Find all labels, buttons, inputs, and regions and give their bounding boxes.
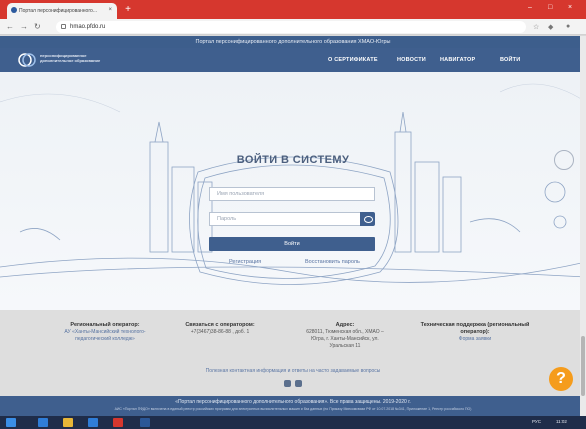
close-window-button[interactable]: ×	[568, 4, 572, 11]
new-tab-button[interactable]: +	[122, 5, 134, 15]
site-header: персонифицированное дополнительное образ…	[0, 48, 586, 72]
arrow-right-icon[interactable]: →	[20, 22, 28, 31]
login-submit-button[interactable]: Войти	[209, 237, 375, 251]
scrollbar-thumb[interactable]	[581, 336, 585, 396]
copyright-text: «Портал персонифицированного дополнитель…	[175, 399, 411, 405]
lock-icon	[61, 24, 66, 29]
vk-icon[interactable]	[295, 380, 302, 387]
browser-tab-bar: Портал персонифицированного... × + – □ ×	[0, 0, 586, 19]
nav-about-certificate[interactable]: О СЕРТИФИКАТЕ	[328, 57, 378, 63]
browser-tab[interactable]: Портал персонифицированного... ×	[7, 3, 117, 19]
register-link[interactable]: Регистрация	[229, 259, 261, 265]
footer-heading: Связаться с оператором:	[185, 322, 255, 328]
show-password-eye-icon[interactable]	[360, 212, 375, 226]
footer-support: Техническая поддержка (региональный опер…	[420, 322, 530, 343]
logo-icon[interactable]	[18, 52, 36, 68]
address-text: 628011, Тюменская обл., ХМАО – Югра, г. …	[306, 329, 384, 349]
site-favicon-icon	[11, 7, 17, 13]
footer-contact: Связаться с оператором: +7(3467)38-86-88…	[170, 322, 270, 336]
nav-navigator[interactable]: НАВИГАТОР	[440, 57, 475, 63]
tray-clock[interactable]: 11:02	[556, 419, 567, 424]
minimize-button[interactable]: –	[528, 4, 532, 11]
close-icon[interactable]: ×	[108, 7, 112, 13]
footer-heading: Адрес:	[335, 322, 355, 328]
faq-link[interactable]: Полезная контактная информация и ответы …	[0, 368, 586, 374]
site-footer: Региональный оператор: АУ «Ханты-Мансийс…	[0, 310, 586, 396]
regional-operator-link[interactable]: АУ «Ханты-Мансийский технолого-педагогич…	[55, 329, 155, 343]
windows-taskbar: РУС 11:02	[0, 416, 586, 429]
footer-heading: Техническая поддержка (региональный опер…	[420, 322, 530, 335]
url-text: hmao.pfdo.ru	[70, 24, 106, 30]
help-button[interactable]: ?	[549, 367, 573, 391]
username-input[interactable]: Имя пользователя	[209, 187, 375, 201]
star-icon[interactable]: ☆	[533, 23, 539, 31]
windows-start-icon[interactable]	[6, 418, 16, 427]
file-explorer-icon[interactable]	[63, 418, 73, 427]
nav-news[interactable]: НОВОСТИ	[397, 57, 426, 63]
instagram-icon[interactable]	[284, 380, 291, 387]
url-input[interactable]: hmao.pfdo.ru	[56, 21, 526, 33]
profile-icon[interactable]: ●	[566, 23, 570, 30]
support-form-link[interactable]: Форма заявки	[420, 336, 530, 343]
logo-text: персонифицированное дополнительное образ…	[40, 53, 101, 63]
registry-disclaimer: АИС «Портал ПФДО» включена в единый реес…	[114, 407, 472, 411]
maximize-button[interactable]: □	[548, 4, 552, 11]
contact-phone: +7(3467)38-86-88 , доб. 1	[190, 329, 250, 335]
edge-icon[interactable]	[38, 418, 48, 427]
footer-address: Адрес: 628011, Тюменская обл., ХМАО – Юг…	[300, 322, 390, 350]
tab-title: Портал персонифицированного...	[19, 8, 97, 14]
store-icon[interactable]	[88, 418, 98, 427]
footer-heading: Региональный оператор:	[70, 322, 140, 328]
reload-icon[interactable]: ↻	[34, 22, 41, 31]
word-icon[interactable]	[140, 418, 150, 427]
address-bar-row: ← → ↻ hmao.pfdo.ru ☆ ◆ ●	[0, 19, 586, 35]
tray-language[interactable]: РУС	[532, 419, 541, 424]
password-input[interactable]: Пароль	[209, 212, 361, 226]
restore-password-link[interactable]: Восстановить пароль	[305, 259, 360, 265]
chrome-icon[interactable]	[113, 418, 123, 427]
extension-icon[interactable]: ◆	[548, 23, 553, 31]
footer-regional-operator: Региональный оператор: АУ «Ханты-Мансийс…	[55, 322, 155, 343]
nav-login[interactable]: ВОЙТИ	[500, 57, 520, 63]
portal-title: Портал персонифицированного дополнительн…	[0, 36, 586, 48]
copyright-bar: «Портал персонифицированного дополнитель…	[0, 396, 586, 416]
page-scrollbar[interactable]	[580, 36, 586, 416]
arrow-left-icon[interactable]: ←	[6, 22, 14, 31]
login-title: ВОЙТИ В СИСТЕМУ	[236, 154, 350, 166]
